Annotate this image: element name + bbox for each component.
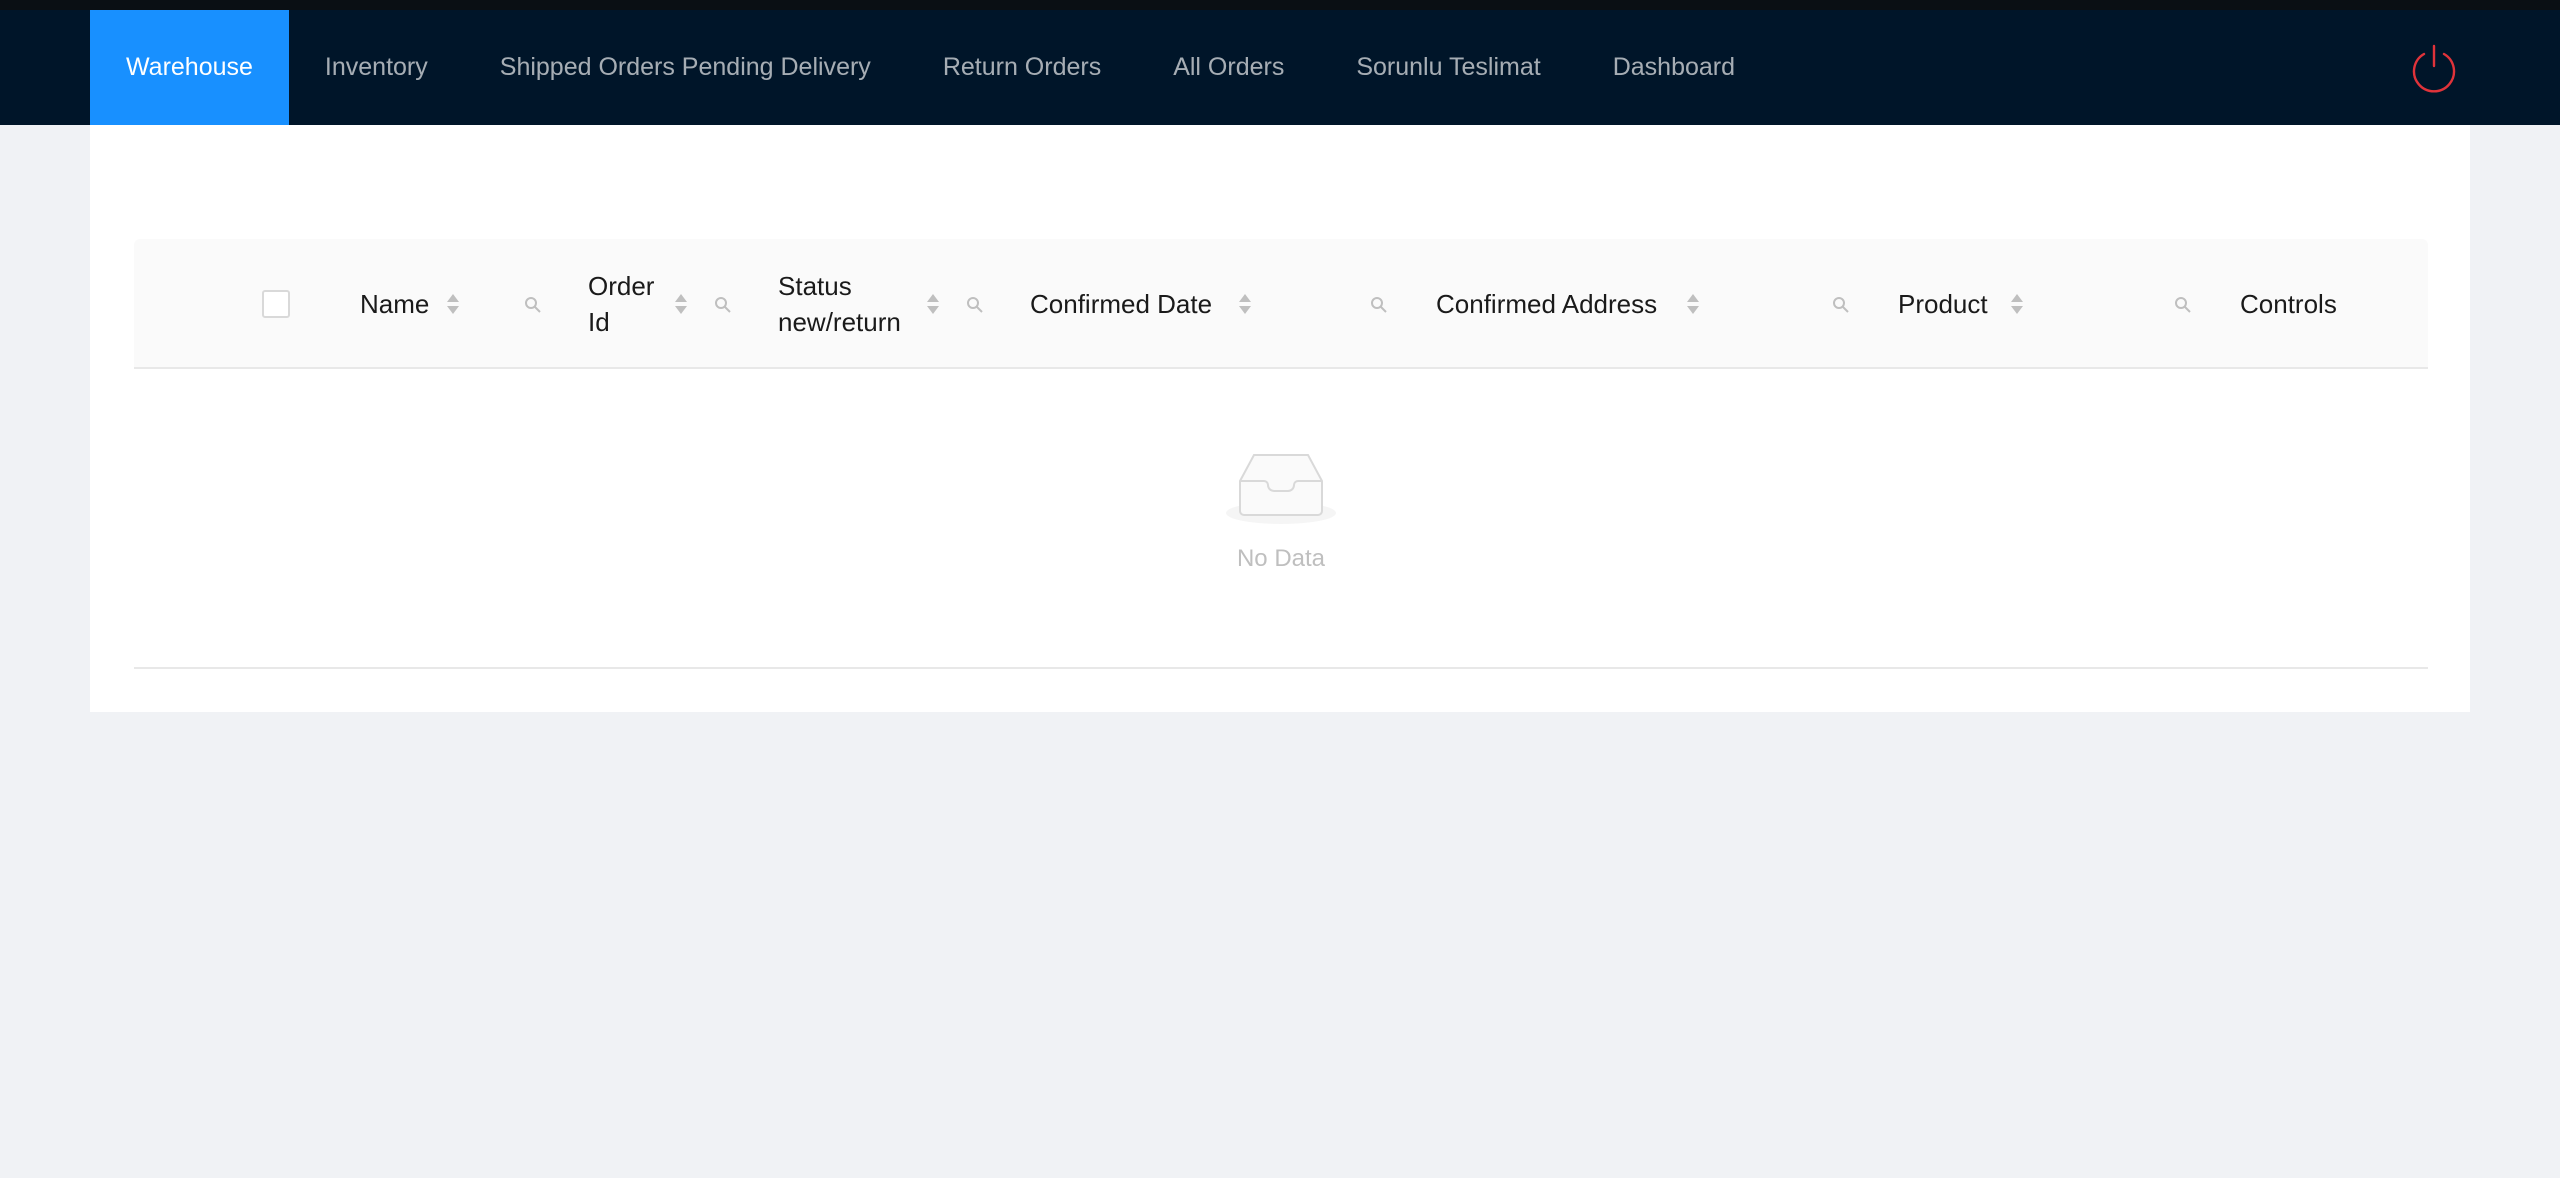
column-header-order-id: Order Id bbox=[588, 268, 654, 340]
nav-item-all-orders[interactable]: All Orders bbox=[1137, 10, 1320, 125]
orders-table: Name Order Id Status new/return Confirme… bbox=[134, 239, 2428, 669]
nav-item-warehouse[interactable]: Warehouse bbox=[90, 10, 289, 125]
sort-icon[interactable] bbox=[926, 292, 940, 316]
sort-icon[interactable] bbox=[1686, 292, 1700, 316]
column-header-name: Name bbox=[360, 289, 430, 319]
empty-state-text: No Data bbox=[1236, 545, 1326, 572]
search-icon[interactable] bbox=[1370, 296, 1388, 314]
empty-inbox-icon bbox=[1226, 454, 1336, 524]
nav-item-inventory[interactable]: Inventory bbox=[289, 10, 464, 125]
column-header-status-line2: new/return bbox=[778, 307, 901, 337]
nav-item-sorunlu-teslimat[interactable]: Sorunlu Teslimat bbox=[1320, 10, 1576, 125]
search-icon[interactable] bbox=[1832, 296, 1850, 314]
column-header-order-id-line1: Order bbox=[588, 271, 655, 301]
search-icon[interactable] bbox=[524, 296, 542, 314]
power-icon[interactable] bbox=[2408, 42, 2460, 94]
main-menu: Warehouse Inventory Shipped Orders Pendi… bbox=[90, 10, 1771, 125]
top-navigation-bar: Warehouse Inventory Shipped Orders Pendi… bbox=[0, 0, 2560, 125]
table-body: No Data bbox=[134, 369, 2428, 669]
sort-icon[interactable] bbox=[2010, 292, 2024, 316]
search-icon[interactable] bbox=[714, 296, 732, 314]
sort-icon[interactable] bbox=[1238, 292, 1252, 316]
column-header-status-line1: Status bbox=[778, 271, 852, 301]
column-header-controls: Controls bbox=[2240, 289, 2337, 319]
column-header-status: Status new/return bbox=[778, 268, 901, 340]
column-header-order-id-line2: Id bbox=[588, 307, 610, 337]
select-all-checkbox[interactable] bbox=[262, 290, 290, 318]
column-header-confirmed-address: Confirmed Address bbox=[1436, 289, 1658, 319]
nav-item-return-orders[interactable]: Return Orders bbox=[907, 10, 1137, 125]
sort-icon[interactable] bbox=[674, 292, 688, 316]
sort-icon[interactable] bbox=[446, 292, 460, 316]
nav-item-dashboard[interactable]: Dashboard bbox=[1577, 10, 1771, 125]
column-header-product: Product bbox=[1898, 289, 1988, 319]
search-icon[interactable] bbox=[2174, 296, 2192, 314]
table-header: Name Order Id Status new/return Confirme… bbox=[134, 239, 2428, 369]
search-icon[interactable] bbox=[966, 296, 984, 314]
nav-item-shipped-orders-pending-delivery[interactable]: Shipped Orders Pending Delivery bbox=[464, 10, 907, 125]
column-header-confirmed-date: Confirmed Date bbox=[1030, 289, 1213, 319]
content-card: Name Order Id Status new/return Confirme… bbox=[90, 125, 2470, 712]
